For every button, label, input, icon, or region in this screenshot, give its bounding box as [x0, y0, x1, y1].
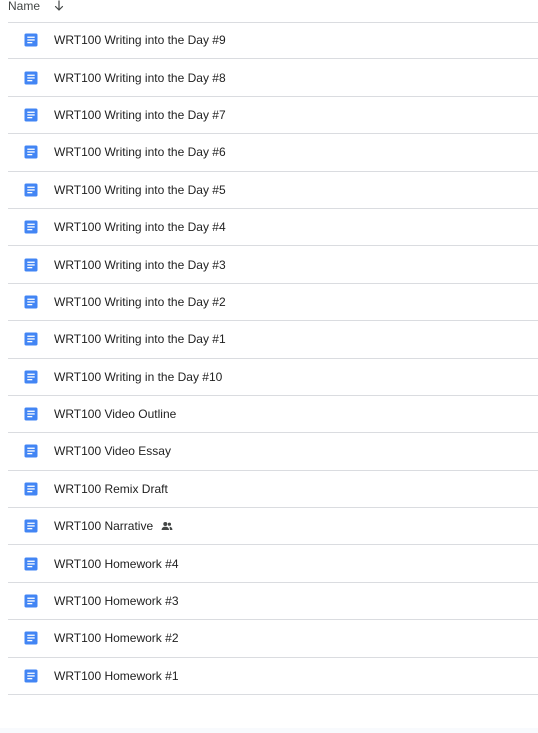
file-name: WRT100 Homework #3 [54, 594, 179, 609]
google-docs-icon [24, 295, 38, 309]
google-docs-icon [24, 557, 38, 571]
file-row[interactable]: WRT100 Writing into the Day #2 [8, 284, 538, 322]
file-row[interactable]: WRT100 Narrative [8, 508, 538, 546]
shared-people-icon [161, 522, 173, 531]
file-row[interactable]: WRT100 Writing into the Day #9 [8, 22, 538, 60]
google-docs-icon [24, 444, 38, 458]
file-name: WRT100 Writing into the Day #4 [54, 220, 226, 235]
sort-direction-button[interactable] [52, 0, 66, 14]
file-row[interactable]: WRT100 Writing into the Day #8 [8, 59, 538, 97]
google-docs-icon [24, 594, 38, 608]
file-name: WRT100 Writing into the Day #7 [54, 107, 226, 122]
file-row[interactable]: WRT100 Video Essay [8, 433, 538, 471]
file-row[interactable]: WRT100 Homework #4 [8, 545, 538, 583]
file-name: WRT100 Homework #1 [54, 668, 179, 683]
file-name: WRT100 Writing into the Day #2 [54, 294, 226, 309]
google-docs-icon [24, 220, 38, 234]
file-name: WRT100 Writing into the Day #9 [54, 33, 226, 48]
google-docs-icon [24, 71, 38, 85]
file-row[interactable]: WRT100 Homework #2 [8, 620, 538, 658]
google-docs-icon [24, 631, 38, 645]
file-name: WRT100 Video Essay [54, 444, 171, 459]
google-docs-icon [24, 482, 38, 496]
file-name: WRT100 Writing in the Day #10 [54, 369, 223, 384]
file-row[interactable]: WRT100 Remix Draft [8, 471, 538, 509]
file-row[interactable]: WRT100 Homework #1 [8, 658, 538, 696]
file-name: WRT100 Writing into the Day #6 [54, 145, 226, 160]
file-name: WRT100 Remix Draft [54, 481, 168, 496]
google-docs-icon [24, 669, 38, 683]
google-docs-icon [24, 407, 38, 421]
google-docs-icon [24, 33, 38, 47]
file-name: WRT100 Homework #4 [54, 556, 179, 571]
name-column-label[interactable]: Name [8, 0, 40, 13]
google-docs-icon [24, 519, 38, 533]
file-name: WRT100 Writing into the Day #8 [54, 70, 226, 85]
google-docs-icon [24, 370, 38, 384]
file-row[interactable]: WRT100 Homework #3 [8, 583, 538, 621]
file-row[interactable]: WRT100 Writing into the Day #4 [8, 209, 538, 247]
footer-strip [0, 728, 538, 733]
file-row[interactable]: WRT100 Writing into the Day #1 [8, 321, 538, 359]
file-row[interactable]: WRT100 Writing into the Day #5 [8, 172, 538, 209]
file-row[interactable]: WRT100 Writing into the Day #3 [8, 246, 538, 284]
file-name: WRT100 Narrative [54, 519, 154, 534]
file-name: WRT100 Homework #2 [54, 631, 179, 646]
file-row[interactable]: WRT100 Writing in the Day #10 [8, 359, 538, 396]
file-name: WRT100 Writing into the Day #3 [54, 257, 226, 272]
google-docs-icon [24, 332, 38, 346]
google-docs-icon [24, 108, 38, 122]
file-name: WRT100 Writing into the Day #1 [54, 332, 226, 347]
file-row[interactable]: WRT100 Video Outline [8, 396, 538, 434]
file-row[interactable]: WRT100 Writing into the Day #6 [8, 134, 538, 172]
file-name: WRT100 Writing into the Day #5 [54, 182, 226, 197]
file-list: WRT100 Writing into the Day #9 WRT100 Wri… [8, 22, 538, 696]
google-docs-icon [24, 145, 38, 159]
file-name: WRT100 Video Outline [54, 407, 177, 422]
file-row[interactable]: WRT100 Writing into the Day #7 [8, 97, 538, 135]
arrow-down-icon [54, 0, 64, 11]
google-docs-icon [24, 183, 38, 197]
column-header: Name [8, 0, 538, 23]
google-docs-icon [24, 258, 38, 272]
